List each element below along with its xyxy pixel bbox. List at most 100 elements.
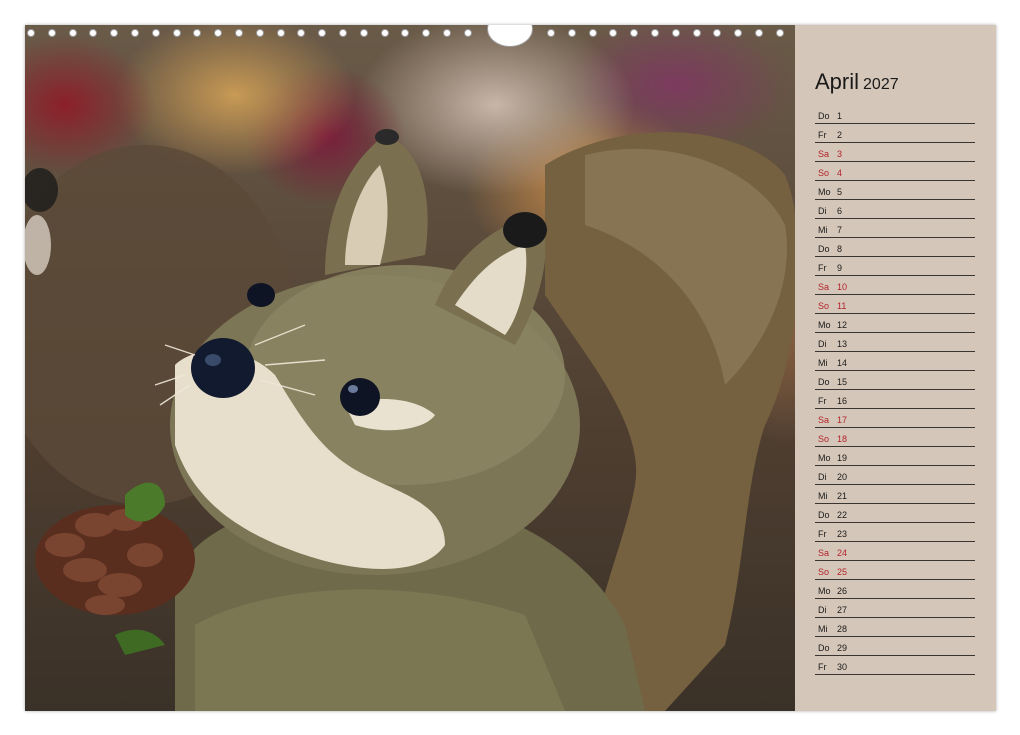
day-name: So	[818, 301, 830, 311]
day-row: Fr 23	[815, 523, 975, 542]
day-name: Di	[818, 339, 827, 349]
day-number: 13	[837, 339, 848, 349]
day-name: Mi	[818, 358, 828, 368]
day-number: 21	[837, 491, 848, 501]
day-number: 11	[837, 301, 847, 311]
day-number: 8	[837, 244, 843, 254]
day-name: Mo	[818, 586, 831, 596]
day-name: Mi	[818, 624, 828, 634]
binding-hole	[276, 29, 285, 37]
day-number: 24	[837, 548, 848, 558]
day-number: 15	[837, 377, 848, 387]
day-row: Mi 7	[815, 219, 975, 238]
day-row: Fr 30	[815, 656, 975, 675]
day-row: Mi 21	[815, 485, 975, 504]
day-row: Mo 5	[815, 181, 975, 200]
day-number: 12	[837, 320, 848, 330]
day-number: 1	[837, 111, 843, 121]
day-row: Do 22	[815, 504, 975, 523]
day-number: 22	[837, 510, 848, 520]
binding-hole	[547, 29, 555, 37]
day-number: 30	[837, 662, 848, 672]
day-number: 2	[837, 130, 843, 140]
day-row: Mi 28	[815, 618, 975, 637]
binding-hole	[692, 29, 701, 37]
day-row: Fr 9	[815, 257, 975, 276]
day-row: So 18	[815, 428, 975, 447]
binding-hole	[671, 29, 680, 37]
day-number: 26	[837, 586, 848, 596]
day-row: So 25	[815, 561, 975, 580]
binding-hole	[89, 29, 98, 37]
day-number: 14	[837, 358, 848, 368]
day-number: 16	[837, 396, 848, 406]
binding-hole	[172, 29, 181, 37]
day-number: 18	[837, 434, 848, 444]
day-number: 25	[837, 567, 848, 577]
day-number: 20	[837, 472, 848, 482]
binding-hole	[47, 29, 56, 37]
binding-hole	[151, 29, 160, 37]
day-name: Sa	[818, 415, 830, 425]
day-name: Di	[818, 206, 827, 216]
binding-hole	[255, 29, 264, 37]
day-row: Di 27	[815, 599, 975, 618]
day-number: 28	[837, 624, 848, 634]
day-row: Sa 24	[815, 542, 975, 561]
day-row: Fr 2	[815, 124, 975, 143]
binding-hole	[318, 29, 327, 37]
day-name: So	[818, 168, 830, 178]
day-row: Do 1	[815, 105, 975, 124]
year: 2027	[863, 76, 899, 93]
day-row: Mo 12	[815, 314, 975, 333]
day-name: Sa	[818, 149, 830, 159]
binding-hole	[131, 29, 139, 37]
day-row: Di 13	[815, 333, 975, 352]
day-name: Do	[818, 643, 830, 653]
binding-hole	[755, 29, 763, 37]
day-name: Fr	[818, 396, 827, 406]
binding-hole	[588, 29, 597, 37]
binding-hole	[567, 29, 576, 37]
day-name: Mo	[818, 453, 831, 463]
binding-hole	[609, 29, 618, 37]
day-name: Do	[818, 244, 830, 254]
day-name: So	[818, 567, 830, 577]
day-number: 10	[837, 282, 848, 292]
day-number: 7	[837, 225, 843, 235]
day-number: 6	[837, 206, 843, 216]
day-name: Di	[818, 605, 827, 615]
day-name: Fr	[818, 662, 827, 672]
day-name: Di	[818, 472, 827, 482]
day-name: Do	[818, 510, 830, 520]
binding-hole	[339, 29, 347, 37]
day-row: Do 8	[815, 238, 975, 257]
day-row: So 11	[815, 295, 975, 314]
straw-squirrel-illustration	[25, 129, 795, 711]
day-name: Fr	[818, 130, 827, 140]
binding-hole	[359, 29, 368, 37]
day-number: 3	[837, 149, 843, 159]
day-name: So	[818, 434, 830, 444]
month-header: April 2027	[815, 69, 899, 95]
binding-hole	[193, 29, 202, 37]
day-number: 5	[837, 187, 843, 197]
squirrel-photo	[25, 25, 795, 711]
binding-hole	[27, 29, 35, 37]
day-row: Fr 16	[815, 390, 975, 409]
calendar-page: April 2027 Do 1 Fr 2 Sa 3 So 4 Mo 5 Di 6 Mi 7 Do 8 Fr 9 Sa 1…	[25, 25, 996, 711]
binding-hole	[214, 29, 223, 37]
day-name: Do	[818, 111, 830, 121]
day-number: 23	[837, 529, 848, 539]
binding-hole	[380, 29, 389, 37]
day-name: Do	[818, 377, 830, 387]
day-number: 9	[837, 263, 843, 273]
day-name: Sa	[818, 548, 830, 558]
day-row: Mi 14	[815, 352, 975, 371]
binding-hole	[422, 29, 431, 37]
month-name: April	[815, 69, 860, 94]
day-name: Fr	[818, 263, 827, 273]
binding-hole	[630, 29, 639, 37]
day-number: 17	[837, 415, 848, 425]
day-list: Do 1 Fr 2 Sa 3 So 4 Mo 5 Di 6 Mi 7 Do 8 Fr 9 Sa 10 So 11 Mo 12 D…	[815, 105, 975, 675]
